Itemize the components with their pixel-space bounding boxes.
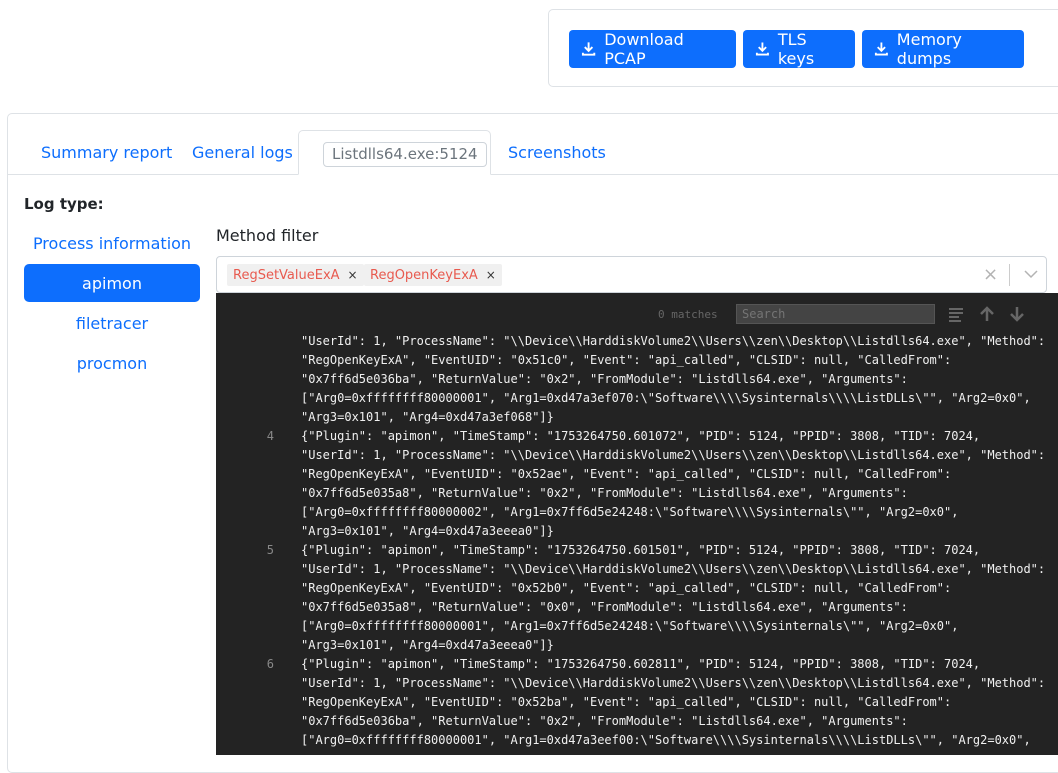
memory-dumps-label: Memory dumps xyxy=(896,30,962,68)
filter-tag-label: RegOpenKeyExA xyxy=(370,267,478,283)
log-line-text: "UserId": 1, "ProcessName": "\\Device\\H… xyxy=(301,334,1046,348)
log-line-text: "UserId": 1, "ProcessName": "\\Device\\H… xyxy=(301,448,1046,462)
tab-general-logs[interactable]: General logs xyxy=(192,143,293,162)
log-line-text: "Arg3=0x101", "Arg4=0xd47a3eeea0"]} xyxy=(301,524,554,538)
filter-tag: RegOpenKeyExA × xyxy=(364,264,502,286)
tab-screenshots[interactable]: Screenshots xyxy=(508,143,606,162)
log-type-heading: Log type: xyxy=(24,195,104,213)
select-separator xyxy=(1009,264,1010,286)
tab-summary-report[interactable]: Summary report xyxy=(41,143,172,162)
filter-tag: RegSetValueExA × xyxy=(227,264,364,286)
chevron-down-icon[interactable] xyxy=(1021,263,1041,285)
log-line-text: ["Arg0=0xffffffff80000002", "Arg1=0x7ff6… xyxy=(301,505,959,519)
log-line-text: "0x7ff6d5e035a8", "ReturnValue": "0x2", … xyxy=(301,486,908,500)
viewer-toolbar: 0 matches xyxy=(216,304,1058,326)
log-line-text: "Arg3=0x101", "Arg4=0xd47a3eeea0"]} xyxy=(301,638,554,652)
log-type-filetracer[interactable]: filetracer xyxy=(24,304,200,342)
download-pcap-label: Download PCAP xyxy=(604,30,684,68)
remove-tag-icon[interactable]: × xyxy=(346,268,364,282)
download-icon xyxy=(755,42,769,56)
download-icon xyxy=(581,42,596,56)
clear-icon[interactable]: × xyxy=(983,264,998,285)
log-search-input[interactable] xyxy=(736,304,935,324)
arrow-up-icon[interactable] xyxy=(979,306,995,326)
arrow-down-icon[interactable] xyxy=(1009,306,1025,326)
log-line-text: "RegOpenKeyExA", "EventUID": "0x52b0", "… xyxy=(301,581,952,595)
log-type-process-information[interactable]: Process information xyxy=(24,224,200,262)
tab-process[interactable]: Listdlls64.exe:5124 xyxy=(298,130,491,175)
log-line-text: {"Plugin": "apimon", "TimeStamp": "17532… xyxy=(301,429,981,443)
log-line-text: "RegOpenKeyExA", "EventUID": "0x52ba", "… xyxy=(301,695,952,709)
download-icon xyxy=(874,42,888,56)
download-pcap-button[interactable]: Download PCAP xyxy=(569,30,736,68)
method-filter-select[interactable]: RegSetValueExA × RegOpenKeyExA × × xyxy=(216,256,1047,293)
method-filter-label: Method filter xyxy=(216,226,319,245)
list-icon[interactable] xyxy=(948,306,964,326)
log-line-text: ["Arg0=0xffffffff80000001", "Arg1=0xd47a… xyxy=(301,733,1031,747)
memory-dumps-button[interactable]: Memory dumps xyxy=(862,30,1024,68)
log-line-text: "UserId": 1, "ProcessName": "\\Device\\H… xyxy=(301,562,1046,576)
log-type-procmon[interactable]: procmon xyxy=(24,344,200,382)
remove-tag-icon[interactable]: × xyxy=(484,268,502,282)
tls-keys-label: TLS keys xyxy=(777,30,815,68)
log-line-text: {"Plugin": "apimon", "TimeStamp": "17532… xyxy=(301,543,981,557)
log-line-text: "0x7ff6d5e036ba", "ReturnValue": "0x2", … xyxy=(301,372,908,386)
log-line-text: "RegOpenKeyExA", "EventUID": "0x52ae", "… xyxy=(301,467,952,481)
match-count: 0 matches xyxy=(658,308,718,321)
line-number: 6 xyxy=(266,657,274,671)
log-line-text: {"Plugin": "apimon", "TimeStamp": "17532… xyxy=(301,657,981,671)
log-line-text: "UserId": 1, "ProcessName": "\\Device\\H… xyxy=(301,676,1046,690)
tls-keys-button[interactable]: TLS keys xyxy=(743,30,855,68)
process-tab-label: Listdlls64.exe:5124 xyxy=(323,142,487,167)
tab-bar xyxy=(8,174,1058,175)
line-number: 4 xyxy=(266,429,274,443)
log-line-text: ["Arg0=0xffffffff80000001", "Arg1=0xd47a… xyxy=(301,391,1031,405)
log-line-text: "Arg3=0x101", "Arg4=0xd47a3ef068"]} xyxy=(301,410,554,424)
log-line-text: "0x7ff6d5e036ba", "ReturnValue": "0x2", … xyxy=(301,714,908,728)
log-line-text: "RegOpenKeyExA", "EventUID": "0x51c0", "… xyxy=(301,353,952,367)
filter-tag-label: RegSetValueExA xyxy=(233,267,340,283)
log-viewer[interactable]: 0 matches "UserId": 1, "ProcessName": "\… xyxy=(216,293,1058,755)
log-line-text: ["Arg0=0xffffffff80000001", "Arg1=0x7ff6… xyxy=(301,619,959,633)
line-number: 5 xyxy=(266,543,274,557)
log-line-text: "0x7ff6d5e035a8", "ReturnValue": "0x0", … xyxy=(301,600,908,614)
log-type-apimon[interactable]: apimon xyxy=(24,264,200,302)
